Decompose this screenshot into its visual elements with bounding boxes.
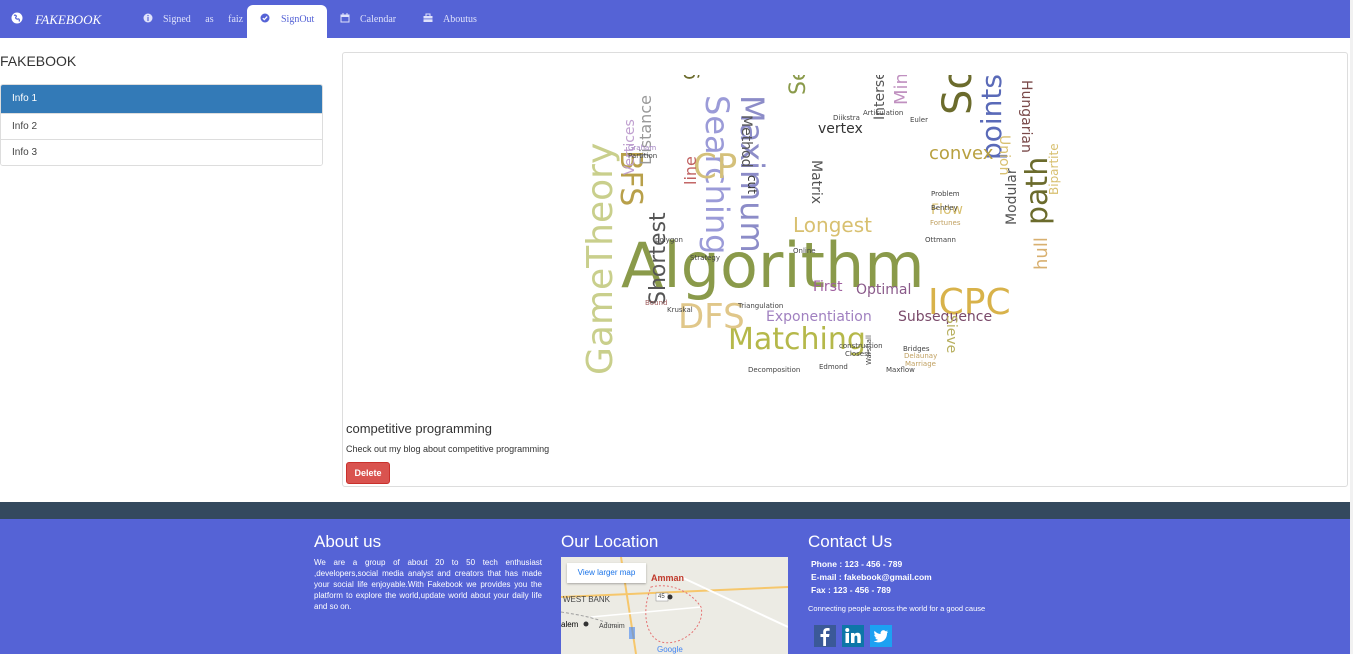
sidebar-list: Info 1 Info 2 Info 3 <box>0 84 323 166</box>
wordcloud-word: First <box>813 279 843 295</box>
wordcloud-word: Articulation <box>863 109 904 117</box>
post-text: Check out my blog about competitive prog… <box>346 444 550 454</box>
nav-aboutus[interactable]: Aboutus <box>423 5 493 38</box>
wordcloud-word: Delaunay <box>904 352 938 360</box>
facebook-icon[interactable] <box>814 625 836 647</box>
map-label-amman: Amman <box>651 573 685 583</box>
wordcloud-word: line <box>681 156 700 185</box>
wordcloud-word: Hungarian <box>1018 80 1034 153</box>
wordcloud-word: Sieve <box>943 315 959 354</box>
wordcloud-word: construction <box>839 342 883 350</box>
wordcloud-word: Bound <box>645 299 668 307</box>
wordcloud-word: Kruskal <box>667 306 693 314</box>
wordcloud-word: vertex <box>818 121 863 137</box>
map-label-west-bank: WEST BANK <box>563 595 610 604</box>
footer-tagline: Connecting people across the world for a… <box>808 604 986 613</box>
wordcloud-word: Bentley <box>931 204 958 212</box>
post-card: Algorithm GameTheory Matching Searching Maxi… <box>342 52 1348 487</box>
wordcloud-word: Graham <box>628 144 657 152</box>
wordcloud-word: Triangulation <box>738 302 784 310</box>
brand-logo[interactable]: FAKEBOOK <box>35 12 101 28</box>
map-label-jerusalem: alem <box>561 620 579 629</box>
location-heading: Our Location <box>561 532 659 551</box>
wordcloud-word: Modular <box>1004 168 1020 225</box>
wordcloud-word: Strategy <box>690 254 720 262</box>
nav-aboutus-label: Aboutus <box>443 14 477 25</box>
contact-phone: Phone : 123 - 456 - 789 <box>811 559 903 569</box>
wordcloud-word: Matrix <box>808 160 824 205</box>
wordcloud-word: Optimal <box>856 282 912 298</box>
wordcloud-word: Longest <box>793 213 872 237</box>
post-title: competitive programming <box>346 421 492 436</box>
nav-signed-as-label: Signed as faiz <box>163 14 244 25</box>
wordcloud-word: hull <box>1031 237 1052 270</box>
map-label-adumim: Adumim <box>599 623 625 630</box>
delete-button[interactable]: Delete <box>346 462 390 484</box>
map-label-road: 45 <box>658 594 665 600</box>
check-badge-icon <box>260 13 270 23</box>
wordcloud-word: Search <box>786 75 811 95</box>
nav-signed-as[interactable]: Signed as faiz <box>143 5 243 38</box>
twitter-icon[interactable] <box>870 625 892 647</box>
wordcloud-word: polygon <box>655 236 683 244</box>
wordcloud-word: cut <box>745 175 759 194</box>
wordcloud-word: Shortest <box>646 212 671 305</box>
about-heading: About us <box>314 532 382 551</box>
wordcloud-word: Fortunes <box>930 219 961 227</box>
view-larger-map-link[interactable]: View larger map <box>567 563 646 583</box>
linkedin-icon[interactable] <box>842 625 864 647</box>
nav-calendar[interactable]: Calendar <box>340 5 410 38</box>
nav-signout-label: SignOut <box>281 14 315 25</box>
wordcloud-word: graph <box>676 75 700 80</box>
wordcloud-word: Bipartite <box>1047 143 1061 195</box>
nav-calendar-label: Calendar <box>360 14 397 25</box>
wordcloud-word: Method <box>738 115 754 168</box>
info-icon <box>143 13 153 23</box>
wordcloud-image: Algorithm GameTheory Matching Searching Maxi… <box>583 75 1063 415</box>
briefcase-icon <box>423 13 433 22</box>
wordcloud-word: Diikstra <box>833 114 860 122</box>
wordcloud-word: Exponentiation <box>766 309 872 325</box>
sidebar-item-info-1[interactable]: Info 1 <box>1 85 322 113</box>
wordcloud-word: Warshall <box>865 335 873 365</box>
contact-fax: Fax : 123 - 456 - 789 <box>811 585 891 595</box>
wordcloud-word: Partition <box>628 152 658 160</box>
wordcloud-word: Edmond <box>819 363 848 371</box>
footer-divider <box>0 502 1350 519</box>
wordcloud-word: Ottmann <box>925 236 956 244</box>
wordcloud-word: Online <box>793 247 816 255</box>
sidebar-item-info-2[interactable]: Info 2 <box>1 113 322 139</box>
sidebar-item-info-3[interactable]: Info 3 <box>1 139 322 165</box>
contact-email: E-mail : fakebook@gmail.com <box>811 572 932 582</box>
footer: About us We are a group of about 20 to 5… <box>0 519 1350 654</box>
about-text: We are a group of about 20 to 50 tech en… <box>314 558 542 611</box>
top-navbar: FAKEBOOK Signed as faiz SignOut Calendar… <box>0 0 1350 38</box>
sidebar-title: FAKEBOOK <box>0 53 77 69</box>
location-map[interactable]: View larger map Amman WEST BANK alem 45 … <box>561 557 788 654</box>
wordcloud-word: Sorting <box>935 75 981 115</box>
calendar-icon <box>340 13 350 23</box>
map-label-google: Google <box>657 645 683 654</box>
wordcloud-word: Decomposition <box>748 366 801 374</box>
wordcloud-word: Maxflow <box>886 366 915 374</box>
wordcloud-word: Problem <box>931 190 960 198</box>
contact-heading: Contact Us <box>808 532 893 551</box>
globe-icon <box>11 12 23 24</box>
wordcloud-word: Minimum <box>891 75 912 105</box>
wordcloud-word: Euler <box>910 116 928 124</box>
wordcloud-word: convex <box>929 143 994 164</box>
nav-signout[interactable]: SignOut <box>247 5 327 38</box>
